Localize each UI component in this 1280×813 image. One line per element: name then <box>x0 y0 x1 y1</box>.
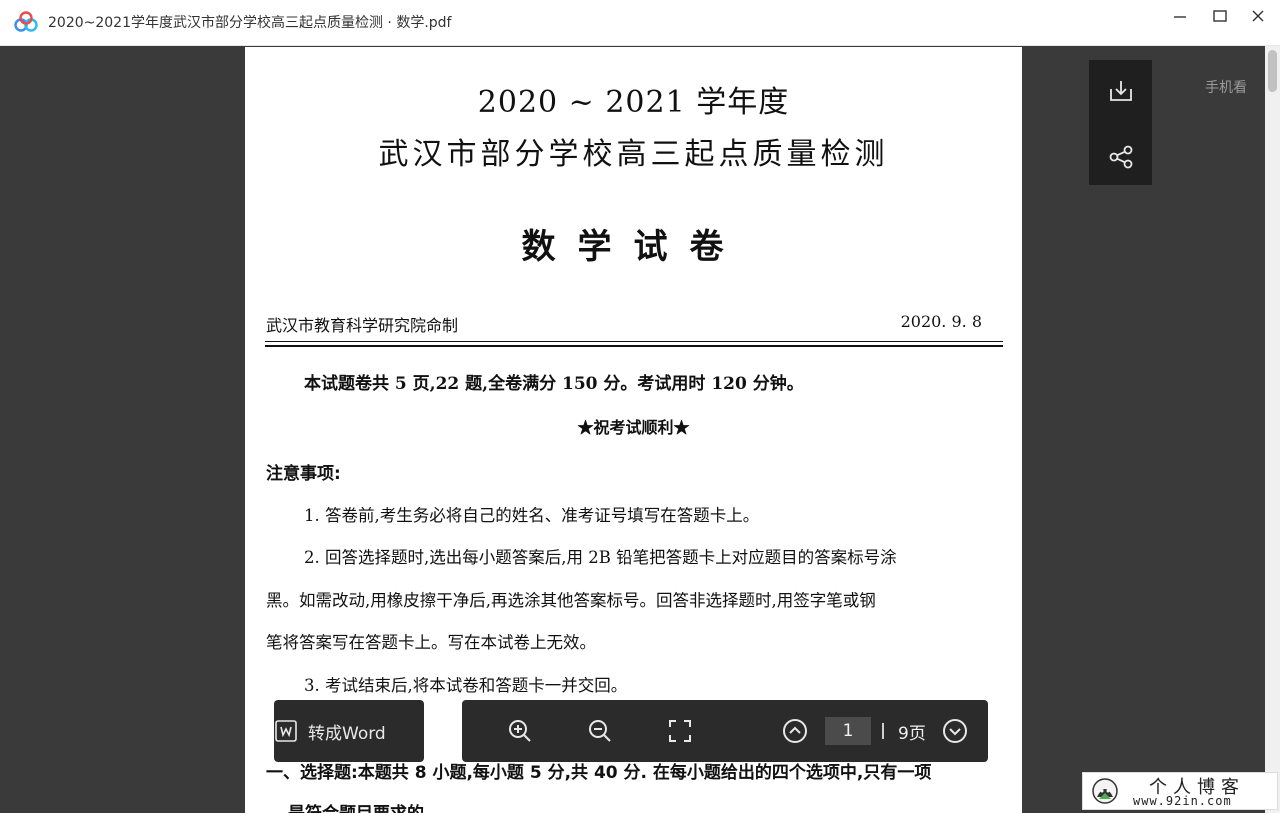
document-viewer[interactable]: 2020 ~ 2021 学年度 武汉市部分学校高三起点质量检测 数学试卷 武汉市… <box>0 47 1265 813</box>
watermark-url: www.92in.com <box>1133 794 1232 808</box>
minimize-icon <box>1174 16 1186 18</box>
app-logo-icon <box>14 11 38 32</box>
divider <box>265 345 1003 347</box>
fit-page-button[interactable] <box>666 717 694 745</box>
scrollbar-track[interactable] <box>1265 46 1280 813</box>
divider <box>265 341 1003 342</box>
blog-logo-icon <box>1092 778 1118 804</box>
notice-line: 笔将答案写在答题卡上。写在本试卷上无效。 <box>266 633 596 652</box>
word-file-icon <box>274 719 298 743</box>
zoom-out-button[interactable] <box>586 717 614 745</box>
doc-date: 2020. 9. 8 <box>900 312 982 331</box>
doc-intro: 本试题卷共 5 页,22 题,全卷满分 150 分。考试用时 120 分钟。 <box>304 374 804 394</box>
close-button[interactable] <box>1242 4 1274 28</box>
download-button[interactable] <box>1106 76 1136 106</box>
mobile-view-link[interactable]: 手机看 <box>1205 77 1247 97</box>
zoom-out-icon <box>589 720 611 742</box>
doc-title-exam: 武汉市部分学校高三起点质量检测 <box>378 137 889 172</box>
share-icon <box>1109 145 1133 169</box>
download-icon <box>1110 81 1132 101</box>
notice-heading: 注意事项: <box>266 464 341 484</box>
zoom-in-button[interactable] <box>506 717 534 745</box>
divider <box>882 723 884 739</box>
section-heading-cont: 是符合题目要求的. <box>288 799 430 813</box>
minimize-button[interactable] <box>1164 4 1196 28</box>
next-page-button[interactable] <box>941 717 969 745</box>
page-toolbar: 9页 <box>462 700 988 762</box>
pdf-page: 2020 ~ 2021 学年度 武汉市部分学校高三起点质量检测 数学试卷 武汉市… <box>245 47 1022 813</box>
close-icon <box>1252 10 1264 22</box>
total-pages: 9页 <box>898 724 926 744</box>
doc-title-subject: 数学试卷 <box>521 227 746 267</box>
page-number-input[interactable] <box>825 717 871 745</box>
notice-line: 1. 答卷前,考生务必将自己的姓名、准考证号填写在答题卡上。 <box>304 506 760 525</box>
chevron-down-icon <box>943 719 967 743</box>
share-button[interactable] <box>1106 142 1136 172</box>
previous-page-button[interactable] <box>781 717 809 745</box>
maximize-button[interactable] <box>1204 4 1236 28</box>
notice-line: 黑。如需改动,用橡皮擦干净后,再选涂其他答案标号。回答非选择题时,用签字笔或钢 <box>266 591 876 610</box>
maximize-icon <box>1213 10 1227 22</box>
scrollbar-thumb[interactable] <box>1268 50 1277 92</box>
chevron-up-icon <box>783 719 807 743</box>
convert-to-word-button[interactable]: 转成Word <box>274 700 424 762</box>
side-tools <box>1089 60 1152 185</box>
doc-title-year: 2020 ~ 2021 学年度 <box>477 85 790 120</box>
notice-line: 3. 考试结束后,将本试卷和答题卡一并交回。 <box>304 676 628 695</box>
notice-line: 2. 回答选择题时,选出每小题答案后,用 2B 铅笔把答题卡上对应题目的答案标号… <box>304 548 897 567</box>
window-title: 2020~2021学年度武汉市部分学校高三起点质量检测 · 数学.pdf <box>48 15 452 31</box>
watermark: 个人博客 www.92in.com <box>1082 772 1278 810</box>
doc-good-luck: ★祝考试顺利★ <box>577 418 690 437</box>
doc-issuer: 武汉市教育科学研究院命制 <box>266 316 459 335</box>
convert-to-word-label: 转成Word <box>308 723 386 744</box>
fullscreen-icon <box>669 720 691 742</box>
zoom-in-icon <box>509 720 531 742</box>
title-bar: 2020~2021学年度武汉市部分学校高三起点质量检测 · 数学.pdf <box>0 0 1280 46</box>
